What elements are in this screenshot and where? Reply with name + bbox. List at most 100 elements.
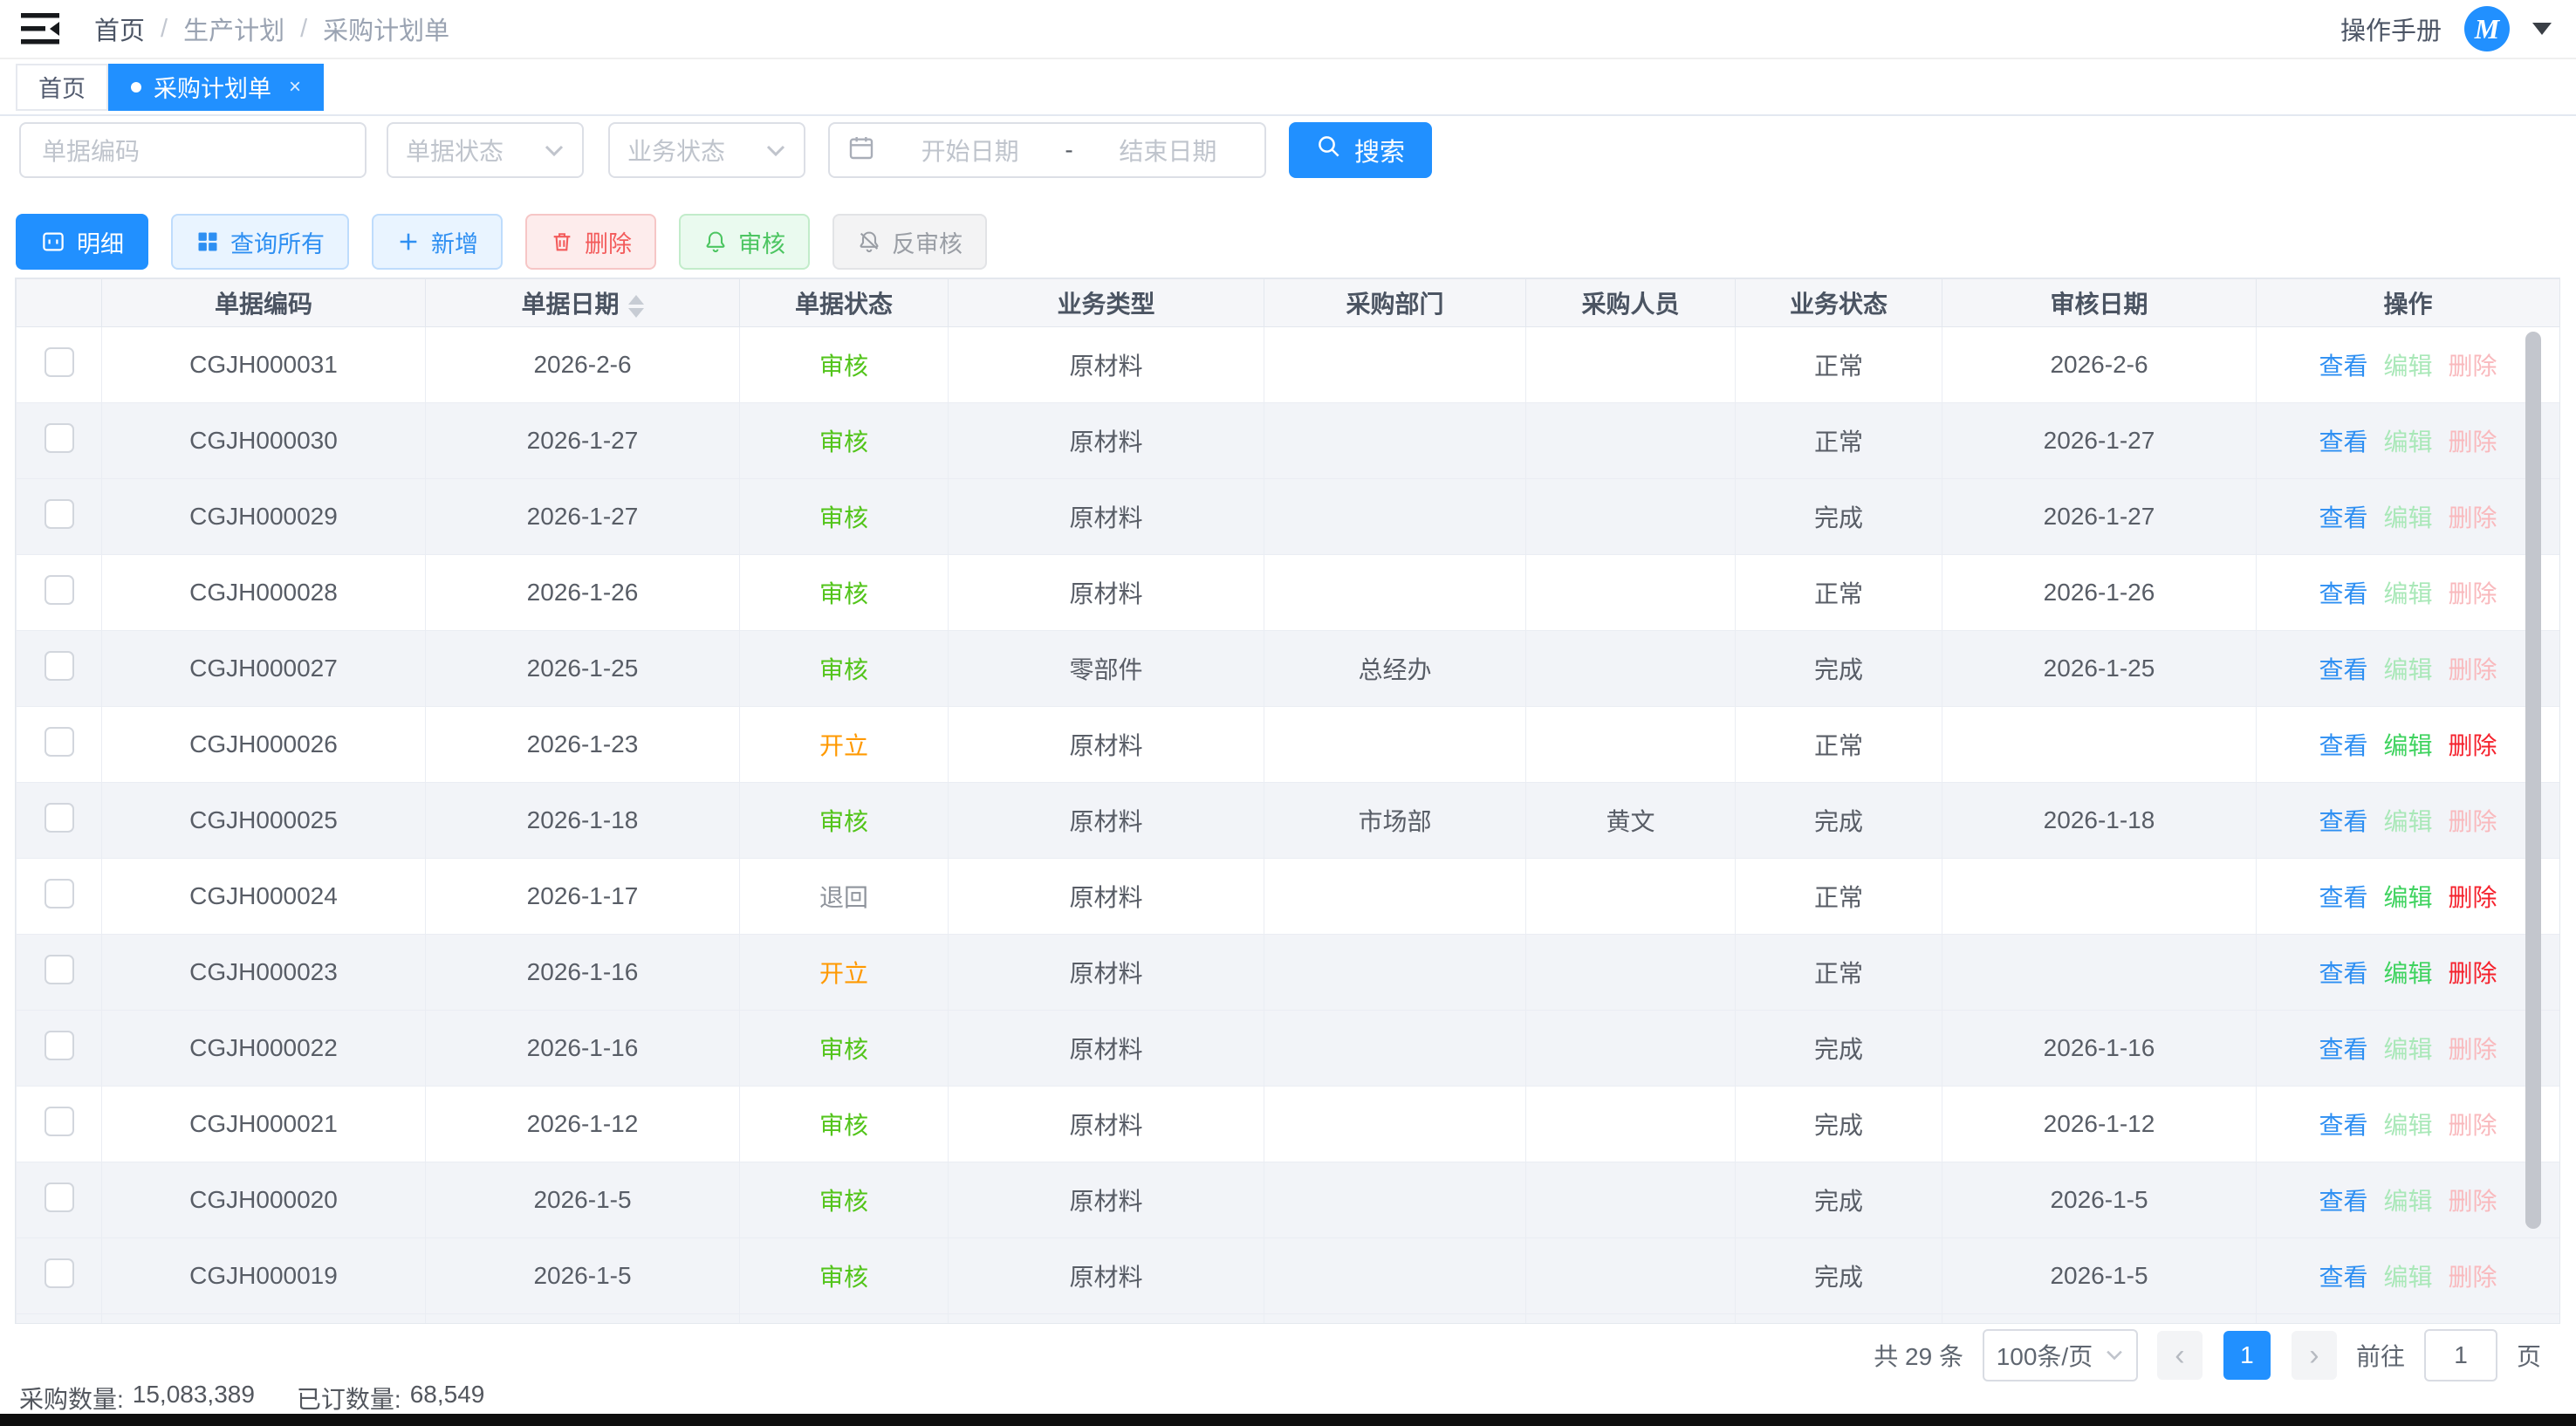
view-link[interactable]: 查看 bbox=[2319, 879, 2367, 914]
cell-checkbox bbox=[17, 555, 102, 631]
edit-link[interactable]: 编辑 bbox=[2383, 1183, 2432, 1217]
cell-biz-status: 完成 bbox=[1736, 1162, 1942, 1238]
edit-link[interactable]: 编辑 bbox=[2383, 1031, 2432, 1066]
query-all-button[interactable]: 查询所有 bbox=[171, 214, 349, 270]
view-link[interactable]: 查看 bbox=[2319, 575, 2367, 610]
edit-link[interactable]: 编辑 bbox=[2383, 651, 2432, 686]
delete-link[interactable]: 删除 bbox=[2449, 651, 2497, 686]
edit-link[interactable]: 编辑 bbox=[2383, 803, 2432, 838]
view-link[interactable]: 查看 bbox=[2319, 803, 2367, 838]
cell-checkbox: 查看编辑删除 bbox=[2257, 859, 2560, 935]
view-link[interactable]: 查看 bbox=[2319, 1031, 2367, 1066]
row-checkbox[interactable] bbox=[45, 1107, 74, 1136]
view-link[interactable]: 查看 bbox=[2319, 1183, 2367, 1217]
edit-link[interactable]: 编辑 bbox=[2383, 423, 2432, 458]
button-label: 删除 bbox=[585, 225, 632, 259]
sort-carets-icon[interactable] bbox=[628, 295, 644, 318]
prev-page-button[interactable]: ‹ bbox=[2157, 1331, 2203, 1380]
cell-doc-status: 开立 bbox=[740, 935, 949, 1011]
edit-link[interactable]: 编辑 bbox=[2383, 1107, 2432, 1141]
purchase-qty-value: 15,083,389 bbox=[133, 1381, 255, 1416]
tab-active[interactable]: 采购计划单× bbox=[108, 64, 324, 111]
delete-link[interactable]: 删除 bbox=[2449, 879, 2497, 914]
cell-checkbox bbox=[17, 631, 102, 707]
avatar[interactable]: M bbox=[2464, 6, 2510, 51]
row-checkbox[interactable] bbox=[45, 347, 74, 377]
user-menu-caret-icon[interactable] bbox=[2532, 23, 2552, 35]
breadcrumb-item[interactable]: 采购计划单 bbox=[323, 10, 449, 47]
cell-checkbox: 查看编辑删除 bbox=[2257, 1162, 2560, 1238]
edit-link[interactable]: 编辑 bbox=[2383, 955, 2432, 990]
goto-page-input[interactable]: 1 bbox=[2424, 1329, 2497, 1381]
unaudit-button[interactable]: 反审核 bbox=[832, 214, 987, 270]
view-link[interactable]: 查看 bbox=[2319, 955, 2367, 990]
view-link[interactable]: 查看 bbox=[2319, 1258, 2367, 1293]
page-size-select[interactable]: 100条/页 bbox=[1983, 1329, 2138, 1381]
delete-link[interactable]: 删除 bbox=[2449, 499, 2497, 534]
cell-dept bbox=[1264, 1087, 1526, 1162]
row-checkbox[interactable] bbox=[45, 1183, 74, 1212]
edit-link[interactable]: 编辑 bbox=[2383, 727, 2432, 762]
row-checkbox[interactable] bbox=[45, 575, 74, 605]
row-checkbox[interactable] bbox=[45, 1031, 74, 1060]
delete-link[interactable]: 删除 bbox=[2449, 575, 2497, 610]
edit-link[interactable]: 编辑 bbox=[2383, 1258, 2432, 1293]
delete-link[interactable]: 删除 bbox=[2449, 1183, 2497, 1217]
column-header-业务状态: 业务状态 bbox=[1736, 279, 1942, 327]
doc-code-input[interactable]: 单据编码 bbox=[19, 122, 367, 178]
delete-link[interactable]: 删除 bbox=[2449, 1107, 2497, 1141]
breadcrumb-item[interactable]: 生产计划 bbox=[183, 10, 284, 47]
view-link[interactable]: 查看 bbox=[2319, 727, 2367, 762]
next-page-button[interactable]: › bbox=[2292, 1331, 2337, 1380]
current-page-button[interactable]: 1 bbox=[2223, 1331, 2271, 1380]
column-header-单据日期[interactable]: 单据日期 bbox=[426, 279, 740, 327]
row-checkbox[interactable] bbox=[45, 651, 74, 681]
menu-collapse-icon[interactable] bbox=[21, 13, 59, 45]
row-checkbox[interactable] bbox=[45, 423, 74, 453]
search-button[interactable]: 搜索 bbox=[1289, 122, 1432, 178]
add-button[interactable]: 新增 bbox=[372, 214, 503, 270]
edit-link[interactable]: 编辑 bbox=[2383, 879, 2432, 914]
cell-doc-date: 2026-1-5 bbox=[426, 1162, 740, 1238]
close-icon[interactable]: × bbox=[289, 75, 301, 99]
button-label: 新增 bbox=[431, 225, 478, 259]
delete-link[interactable]: 删除 bbox=[2449, 347, 2497, 382]
breadcrumb-item[interactable]: 首页 bbox=[94, 10, 145, 47]
delete-link[interactable]: 删除 bbox=[2449, 1031, 2497, 1066]
cell-doc-code: CGJH000030 bbox=[102, 403, 426, 479]
row-checkbox[interactable] bbox=[45, 1258, 74, 1288]
delete-link[interactable]: 删除 bbox=[2449, 955, 2497, 990]
doc-status-select[interactable]: 单据状态 bbox=[387, 122, 584, 178]
biz-status-select[interactable]: 业务状态 bbox=[608, 122, 805, 178]
row-checkbox[interactable] bbox=[45, 803, 74, 833]
edit-link[interactable]: 编辑 bbox=[2383, 575, 2432, 610]
row-checkbox[interactable] bbox=[45, 879, 74, 908]
manual-link[interactable]: 操作手册 bbox=[2340, 10, 2442, 47]
cell-empty bbox=[949, 1314, 1264, 1325]
view-link[interactable]: 查看 bbox=[2319, 651, 2367, 686]
tabbar: 首页采购计划单× bbox=[0, 59, 2576, 116]
query-all-icon bbox=[195, 230, 220, 254]
audit-button[interactable]: 审核 bbox=[679, 214, 810, 270]
edit-link[interactable]: 编辑 bbox=[2383, 499, 2432, 534]
edit-link[interactable]: 编辑 bbox=[2383, 347, 2432, 382]
view-link[interactable]: 查看 bbox=[2319, 499, 2367, 534]
cell-dept bbox=[1264, 1011, 1526, 1087]
delete-button[interactable]: 删除 bbox=[525, 214, 656, 270]
vertical-scrollbar-thumb[interactable] bbox=[2525, 332, 2541, 1229]
tab-home[interactable]: 首页 bbox=[16, 64, 108, 111]
delete-link[interactable]: 删除 bbox=[2449, 1258, 2497, 1293]
delete-link[interactable]: 删除 bbox=[2449, 727, 2497, 762]
row-checkbox[interactable] bbox=[45, 727, 74, 757]
row-checkbox[interactable] bbox=[45, 499, 74, 529]
cell-audit-date bbox=[1942, 935, 2257, 1011]
detail-button[interactable]: 明细 bbox=[16, 214, 148, 270]
view-link[interactable]: 查看 bbox=[2319, 1107, 2367, 1141]
doc-code-placeholder: 单据编码 bbox=[42, 133, 140, 168]
row-checkbox[interactable] bbox=[45, 955, 74, 984]
date-range-picker[interactable]: 开始日期 - 结束日期 bbox=[828, 122, 1266, 178]
delete-link[interactable]: 删除 bbox=[2449, 803, 2497, 838]
delete-link[interactable]: 删除 bbox=[2449, 423, 2497, 458]
view-link[interactable]: 查看 bbox=[2319, 423, 2367, 458]
view-link[interactable]: 查看 bbox=[2319, 347, 2367, 382]
